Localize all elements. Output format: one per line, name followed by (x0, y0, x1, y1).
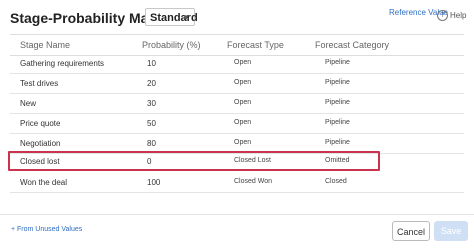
forecast-category: Pipeline (325, 139, 350, 146)
column-header-probability: Probability (%) (142, 40, 201, 50)
forecast-type: Closed Lost (234, 157, 271, 164)
probability-value[interactable]: 0 (147, 157, 151, 166)
probability-value[interactable]: 30 (147, 99, 156, 108)
stage-name: Negotiation (20, 139, 61, 148)
forecast-category: Pipeline (325, 79, 350, 86)
probability-value[interactable]: 20 (147, 79, 156, 88)
column-header-stage: Stage Name (20, 40, 71, 50)
probability-value[interactable]: 100 (147, 178, 160, 187)
probability-value[interactable]: 10 (147, 59, 156, 68)
forecast-type: Open (234, 119, 252, 126)
table-row[interactable]: Won the deal 100 Closed Won Closed (10, 173, 464, 193)
add-from-unused-values-link[interactable]: + From Unused Values (11, 226, 82, 233)
stage-name: Price quote (20, 119, 61, 128)
dialog-header: Stage-Probability Mapping - Standard ▼ R… (0, 0, 474, 32)
layout-select[interactable]: Standard ▼ (145, 8, 198, 26)
column-header-forecast-category: Forecast Category (315, 40, 390, 50)
column-header-forecast-type: Forecast Type (227, 40, 284, 50)
save-button[interactable]: Save (434, 221, 468, 241)
forecast-type: Open (234, 99, 252, 106)
probability-value[interactable]: 80 (147, 139, 156, 148)
forecast-type: Open (234, 139, 252, 146)
probability-value[interactable]: 50 (147, 119, 156, 128)
help-icon[interactable]: ? (437, 10, 448, 21)
stage-name: Closed lost (20, 157, 60, 166)
forecast-category: Omitted (325, 157, 350, 164)
forecast-category: Closed (325, 178, 347, 185)
table-row[interactable]: Price quote 50 Open Pipeline (10, 114, 464, 134)
stage-name: New (20, 99, 37, 108)
forecast-type: Open (234, 79, 252, 86)
table-row-highlighted[interactable]: Closed lost 0 Closed Lost Omitted (8, 151, 380, 171)
stage-name: Gathering requirements (20, 59, 105, 68)
chevron-down-icon: ▼ (182, 13, 190, 22)
forecast-type: Open (234, 59, 252, 66)
table-row[interactable]: New 30 Open Pipeline (10, 94, 464, 114)
table-row[interactable]: Test drives 20 Open Pipeline (10, 74, 464, 94)
help-link[interactable]: Help (450, 11, 466, 20)
layout-select-value: Standard (150, 12, 198, 24)
stage-name: Test drives (20, 79, 59, 88)
cancel-button[interactable]: Cancel (392, 221, 430, 241)
forecast-type: Closed Won (234, 178, 273, 185)
forecast-category: Pipeline (325, 59, 350, 66)
forecast-category: Pipeline (325, 119, 350, 126)
forecast-category: Pipeline (325, 99, 350, 106)
table-row[interactable]: Gathering requirements 10 Open Pipeline (10, 54, 464, 74)
stage-name: Won the deal (20, 178, 67, 187)
table-header: Stage Name Probability (%) Forecast Type… (10, 34, 464, 56)
dialog-footer: + From Unused Values Cancel Save (0, 214, 474, 249)
